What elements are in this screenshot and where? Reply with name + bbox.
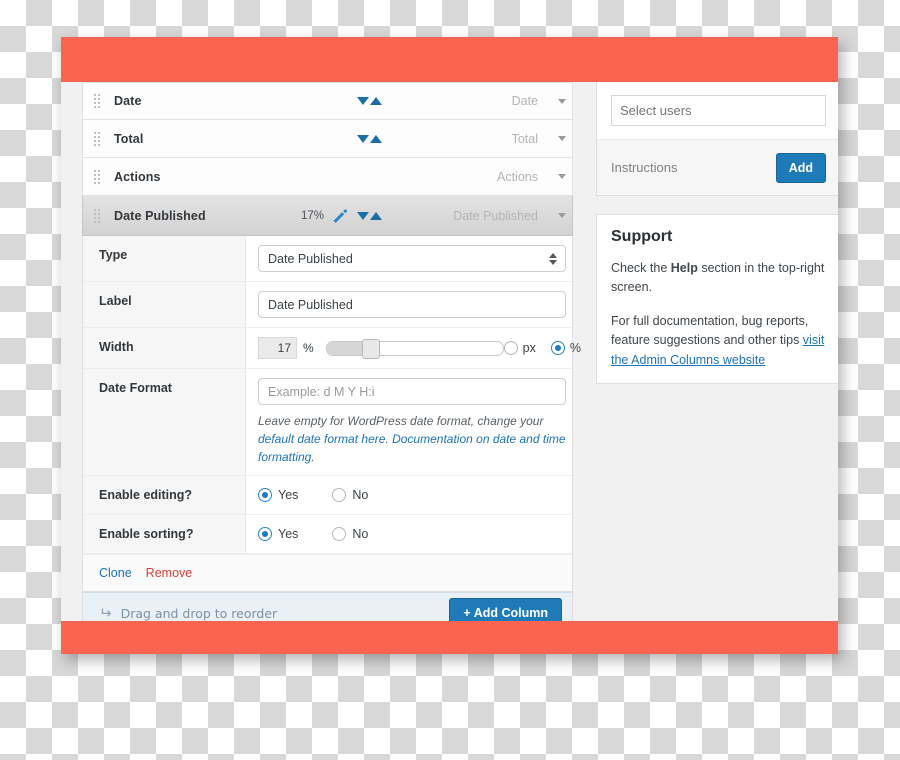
support-help-bold: Help [670,261,698,275]
column-row-date[interactable]: Date Date [82,82,573,120]
drag-handle-icon[interactable] [93,168,102,185]
clone-link[interactable]: Clone [99,566,132,580]
sort-toggle-icon[interactable] [357,134,382,143]
support-p2-pre: For full documentation, bug reports, fea… [611,313,809,348]
enable-sorting-no-label: No [352,527,369,541]
setting-label-type: Type [83,236,246,281]
unit-radio-px[interactable] [503,341,518,355]
add-column-button[interactable]: + Add Column [449,598,562,621]
setting-label-date-format: Date Format [83,369,246,475]
drag-handle-icon[interactable] [93,207,102,224]
setting-row-width: Width 17 % px % [83,328,581,369]
label-input[interactable] [258,291,566,318]
window-bottom-band [61,621,838,654]
column-row-actions[interactable]: Actions Actions [82,158,573,196]
sort-up-icon [370,97,382,105]
setting-label-enable-sorting: Enable sorting? [83,515,246,553]
column-row-type: Date [511,94,538,108]
enable-editing-yes-label: Yes [278,488,299,502]
column-row-type: Total [511,131,538,146]
sort-toggle-icon[interactable] [357,211,382,220]
column-row-total[interactable]: Total Total [82,120,573,158]
instructions-bar: Instructions Add [597,139,838,195]
setting-row-enable-sorting: Enable sorting? Yes No [83,515,572,554]
window-top-band [61,37,838,82]
unit-radio-px-label: px [522,341,536,355]
width-value[interactable]: 17 [258,337,297,359]
select-users-input[interactable] [611,95,826,126]
column-row-type: Date Published [453,208,538,223]
add-button[interactable]: Add [775,152,826,183]
remove-link[interactable]: Remove [146,566,193,580]
page-viewport: Date Date Total Total Actions Actions Da… [61,82,838,621]
setting-row-label: Label [83,282,572,328]
chevron-down-icon[interactable] [552,98,572,104]
drag-handle-icon[interactable] [93,93,102,109]
column-actions-row: Clone Remove [83,554,572,591]
enable-editing-yes-radio[interactable] [258,488,272,502]
setting-row-date-format: Date Format Leave empty for WordPress da… [83,369,572,476]
columns-footer-bar: ↵ Drag and drop to reorder + Add Column [82,592,573,621]
hint-prefix: Leave empty for WordPress date format, c… [258,414,544,428]
setting-label-enable-editing: Enable editing? [83,476,246,514]
edit-pencil-icon[interactable] [331,207,348,224]
support-title: Support [611,228,673,245]
sort-up-icon [370,211,382,220]
width-slider[interactable] [325,338,504,359]
hint-suffix: . [311,450,315,464]
width-unit-label: % [303,341,314,355]
support-paragraph-1: Check the Help section in the top-right … [611,259,826,298]
columns-panel: Date Date Total Total Actions Actions Da… [82,82,581,621]
unit-radio-percent[interactable] [550,341,565,355]
support-panel: Support Check the Help section in the to… [596,214,838,384]
column-row-label: Actions [114,169,161,184]
drag-reorder-hint-text: Drag and drop to reorder [120,605,278,621]
curved-arrow-icon: ↵ [99,604,112,621]
support-paragraph-2: For full documentation, bug reports, fea… [611,312,826,370]
sort-up-icon [370,134,382,143]
select-users-area [597,82,838,139]
instructions-label: Instructions [611,160,678,175]
column-row-label: Total [114,131,144,146]
date-format-input[interactable] [258,378,566,405]
default-date-format-link[interactable]: default date format here [258,432,385,446]
width-slider-knob[interactable] [361,338,380,359]
sidebar: Instructions Add Support Check the Help … [596,82,838,384]
app-window: Date Date Total Total Actions Actions Da… [61,37,838,654]
drag-reorder-hint: ↵ Drag and drop to reorder [99,604,277,621]
chevron-down-icon[interactable] [552,213,572,218]
sort-down-icon [357,211,369,220]
setting-row-type: Type Date Published [83,236,572,282]
enable-editing-no-radio[interactable] [332,488,347,502]
setting-label-width: Width [83,328,246,368]
column-row-type: Actions [497,169,538,184]
setting-label-label: Label [83,282,246,327]
setting-row-enable-editing: Enable editing? Yes No [83,476,572,515]
sort-down-icon [357,134,369,143]
type-select[interactable]: Date Published [258,245,566,272]
chevron-down-icon[interactable] [552,174,572,179]
enable-editing-no-label: No [352,488,369,502]
enable-sorting-no-radio[interactable] [332,527,347,541]
column-row-date-published[interactable]: Date Published 17% Date Published [82,196,573,236]
column-settings-panel: Type Date Published Label Date Published… [82,236,581,592]
chevron-down-icon[interactable] [552,136,572,141]
enable-sorting-yes-radio[interactable] [258,527,272,541]
roles-panel: Instructions Add [596,82,838,196]
sort-toggle-icon[interactable] [357,97,382,105]
column-row-label: Date [114,94,142,108]
enable-sorting-yes-label: Yes [278,527,299,541]
drag-handle-icon[interactable] [93,130,102,147]
unit-radio-percent-label: % [569,341,581,355]
sort-down-icon [357,97,369,105]
column-row-percent: 17% [300,209,324,222]
support-p1-pre: Check the [611,261,671,275]
column-row-label: Date Published [114,208,206,223]
date-format-hint: Leave empty for WordPress date format, c… [258,412,568,466]
